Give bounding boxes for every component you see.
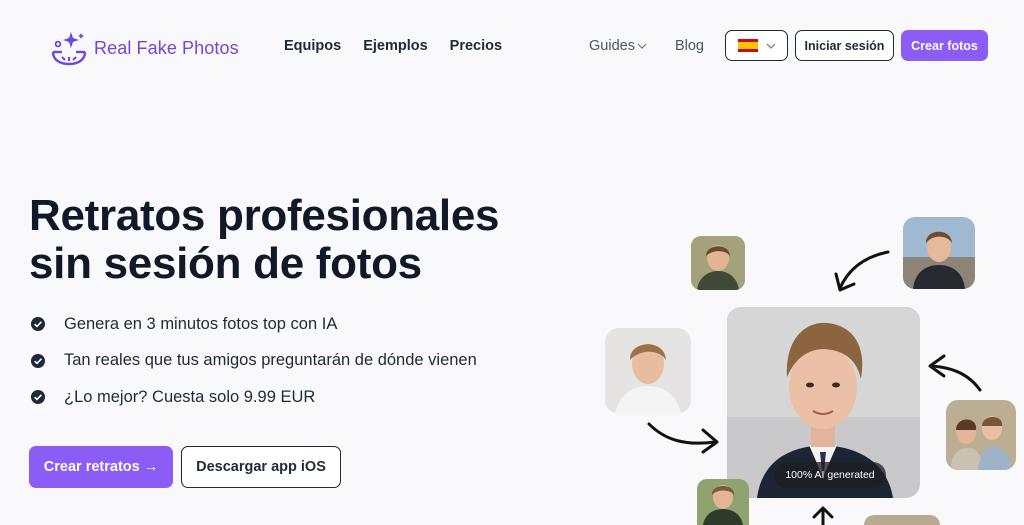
create-portraits-button[interactable]: Crear retratos →: [29, 446, 173, 488]
curved-arrow-icon: [928, 354, 982, 392]
chevron-down-icon: [766, 43, 775, 49]
feature-text: Tan reales que tus amigos preguntarán de…: [64, 351, 477, 370]
ai-generated-badge: 100% AI generated: [774, 462, 886, 488]
sample-photo-bottom: [697, 479, 749, 525]
download-ios-app-button[interactable]: Descargar app iOS: [181, 446, 341, 488]
language-selector[interactable]: [725, 30, 788, 61]
nav-ejemplos[interactable]: Ejemplos: [363, 38, 427, 54]
feature-text: Genera en 3 minutos fotos top con IA: [64, 314, 338, 333]
check-circle-icon: [31, 317, 45, 332]
brand-name: Real Fake Photos: [94, 37, 239, 58]
curved-arrow-icon: [647, 422, 719, 454]
nav-precios[interactable]: Precios: [450, 38, 502, 54]
site-header: Real Fake Photos Equipos Ejemplos Precio…: [0, 0, 1024, 92]
feature-text: ¿Lo mejor? Cuesta solo 9.99 EUR: [64, 387, 316, 406]
curved-arrow-icon: [812, 506, 834, 525]
guides-dropdown[interactable]: Guides: [589, 38, 647, 54]
chevron-down-icon: [637, 43, 647, 49]
sample-photo-bottom-right: [864, 515, 940, 525]
guides-label: Guides: [589, 38, 635, 54]
create-photos-button[interactable]: Crear fotos: [901, 30, 988, 61]
sample-photo-right: [946, 400, 1016, 470]
feature-list: Genera en 3 minutos fotos top con IA Tan…: [30, 306, 477, 416]
secondary-nav: Guides Blog: [589, 38, 704, 54]
sparkle-face-logo-icon: [51, 32, 87, 66]
hero-title-line1: Retratos profesionales: [29, 191, 500, 240]
hero-title-line2: sin sesión de fotos: [29, 239, 422, 288]
brand-logo[interactable]: Real Fake Photos: [50, 30, 239, 66]
check-circle-icon: [31, 353, 45, 368]
feature-item: ¿Lo mejor? Cuesta solo 9.99 EUR: [30, 379, 477, 416]
sample-photo-top-right: [903, 217, 975, 289]
curved-arrow-icon: [834, 250, 890, 292]
login-button[interactable]: Iniciar sesión: [795, 30, 894, 61]
sample-photo-left: [605, 328, 691, 414]
spain-flag-icon: [737, 39, 758, 52]
blog-link[interactable]: Blog: [675, 38, 704, 54]
feature-item: Tan reales que tus amigos preguntarán de…: [30, 343, 477, 380]
hero-title: Retratos profesionales sin sesión de fot…: [29, 192, 549, 288]
check-circle-icon: [31, 390, 45, 405]
nav-equipos[interactable]: Equipos: [284, 38, 341, 54]
main-nav: Equipos Ejemplos Precios: [284, 38, 502, 54]
feature-item: Genera en 3 minutos fotos top con IA: [30, 306, 477, 343]
sample-photo-top-small: [691, 236, 745, 290]
